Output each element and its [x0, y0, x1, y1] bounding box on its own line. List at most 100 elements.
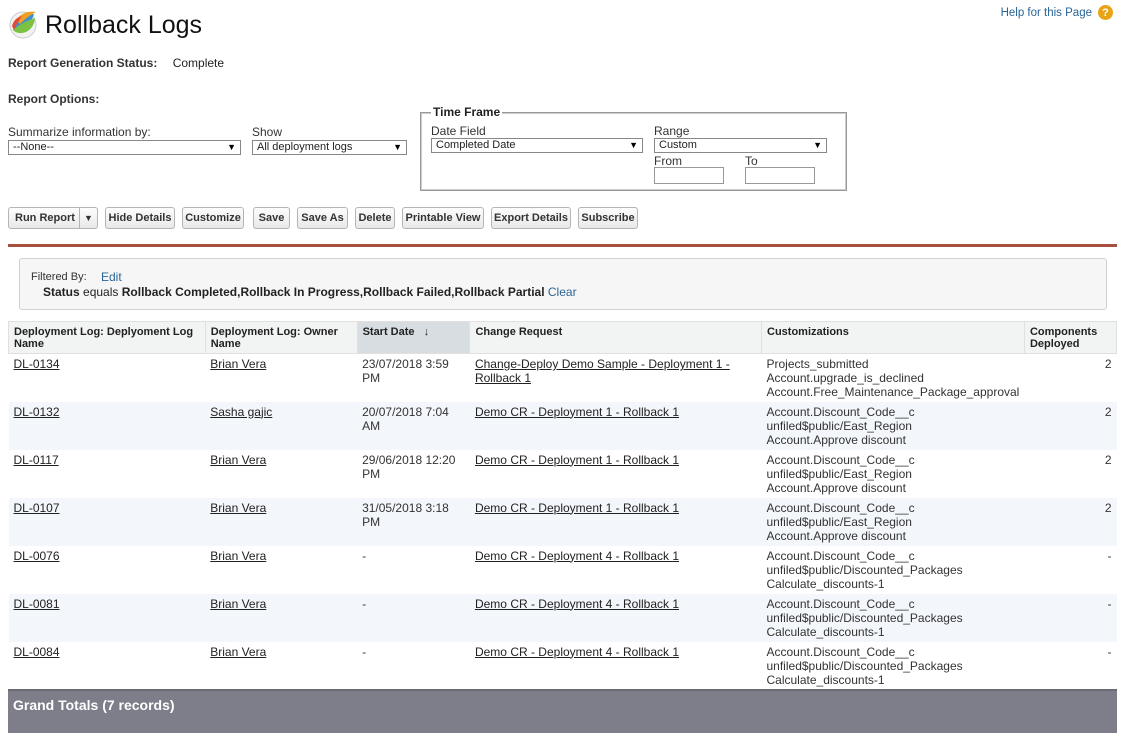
change-request-link[interactable]: Change-Deploy Demo Sample - Deployment 1…	[475, 357, 730, 385]
change-request-link[interactable]: Demo CR - Deployment 4 - Rollback 1	[475, 645, 679, 659]
table-header-row: Deployment Log: Deplyoment Log Name Depl…	[8, 321, 1118, 354]
customization-item: Account.Discount_Code__c	[766, 500, 915, 515]
cell-owner: Brian Vera	[205, 593, 358, 642]
table-row: DL-0076 Brian Vera - Demo CR - Deployment 4…	[9, 546, 1117, 594]
cell-components-deployed: 2	[1024, 497, 1117, 546]
change-request-link[interactable]: Demo CR - Deployment 4 - Rollback 1	[475, 549, 679, 563]
save-button[interactable]: Save	[253, 207, 290, 229]
dropdown-arrow-icon: ▼	[629, 140, 638, 150]
cell-start-date: 29/06/2018 12:20 PM	[362, 452, 456, 481]
clear-filter-link[interactable]: Clear	[548, 285, 577, 299]
subscribe-button[interactable]: Subscribe	[578, 207, 638, 229]
owner-link[interactable]: Brian Vera	[210, 357, 266, 371]
change-request-link[interactable]: Demo CR - Deployment 1 - Rollback 1	[475, 405, 679, 419]
from-label: From	[654, 154, 682, 168]
filter-values: Rollback Completed,Rollback In Progress,…	[121, 285, 545, 299]
cell-change-request: Demo CR - Deployment 1 - Rollback 1	[470, 450, 762, 498]
report-accent-bar	[8, 244, 1117, 247]
status-label: Report Generation Status:	[8, 56, 158, 70]
range-select[interactable]: Custom ▼	[654, 138, 827, 153]
cell-owner: Sasha gajic	[205, 401, 358, 450]
start-date-header-label: Start Date	[362, 326, 415, 338]
show-select-value: All deployment logs	[257, 141, 353, 153]
cell-components-deployed: 2	[1104, 357, 1112, 371]
cell-log-name: DL-0132	[8, 401, 206, 450]
owner-link[interactable]: Sasha gajic	[210, 405, 272, 419]
cell-log-name: DL-0117	[9, 450, 206, 498]
column-header-log-name[interactable]: Deployment Log: Deplyoment Log Name	[8, 321, 206, 354]
grand-totals: Grand Totals (7 records)	[8, 689, 1117, 733]
help-icon[interactable]: ?	[1098, 5, 1113, 20]
printable-view-button[interactable]: Printable View	[402, 207, 484, 229]
customize-button[interactable]: Customize	[182, 207, 244, 229]
time-frame-legend: Time Frame	[431, 105, 503, 119]
log-name-link[interactable]: DL-0117	[14, 453, 59, 467]
cell-owner: Brian Vera	[205, 450, 357, 498]
hide-details-button[interactable]: Hide Details	[105, 207, 175, 229]
customization-item: Account.Approve discount	[766, 528, 906, 543]
owner-link[interactable]: Brian Vera	[210, 645, 266, 659]
column-header-owner[interactable]: Deployment Log: Owner Name	[204, 321, 358, 354]
help-link[interactable]: Help for this Page	[1001, 7, 1092, 19]
log-name-link[interactable]: DL-0084	[14, 645, 60, 659]
export-details-button[interactable]: Export Details	[491, 207, 571, 229]
cell-start-date: -	[362, 548, 367, 563]
run-report-button[interactable]: Run Report ▼	[8, 207, 98, 229]
customization-item: Projects_submitted	[766, 357, 869, 371]
customization-item: unfiled$public/East_Region	[766, 418, 912, 433]
chevron-down-icon[interactable]: ▼	[79, 208, 97, 228]
cell-start-date: 23/07/2018 3:59 PM	[362, 357, 449, 385]
table-row: DL-0117 Brian Vera 29/06/2018 12:20 PM Demo…	[9, 450, 1117, 498]
log-name-link[interactable]: DL-0107	[14, 501, 60, 515]
log-name-link[interactable]: DL-0134	[14, 357, 60, 371]
cell-log-name: DL-0084	[9, 642, 206, 690]
delete-button[interactable]: Delete	[355, 207, 395, 229]
range-select-value: Custom	[659, 139, 697, 151]
cell-owner: Brian Vera	[205, 546, 357, 594]
summarize-select[interactable]: --None-- ▼	[8, 140, 241, 155]
column-header-components-deployed[interactable]: Components Deployed	[1023, 321, 1118, 354]
cell-components-deployed: 2	[1024, 401, 1117, 450]
owner-link[interactable]: Brian Vera	[210, 597, 266, 611]
cell-change-request: Change-Deploy Demo Sample - Deployment 1…	[470, 354, 762, 402]
help-link-container: Help for this Page ?	[1001, 5, 1113, 20]
change-request-link[interactable]: Demo CR - Deployment 1 - Rollback 1	[475, 453, 679, 467]
cell-log-name: DL-0076	[9, 546, 206, 594]
customization-item: Account.Discount_Code__c	[766, 452, 915, 467]
show-label: Show	[252, 125, 283, 139]
customization-item: Calculate_discounts-1	[766, 576, 885, 591]
cell-customizations: Projects_submitted Account.upgrade_is_dec…	[762, 354, 1025, 402]
cell-change-request: Demo CR - Deployment 4 - Rollback 1	[470, 642, 762, 690]
from-date-input[interactable]	[654, 167, 724, 184]
edit-filter-link[interactable]: Edit	[101, 270, 122, 284]
owner-link[interactable]: Brian Vera	[210, 501, 266, 515]
filter-box: Filtered By: Edit Status equals Rollback…	[19, 258, 1107, 310]
owner-link[interactable]: Brian Vera	[210, 549, 266, 563]
app-logo-icon	[8, 8, 40, 40]
save-as-button[interactable]: Save As	[297, 207, 348, 229]
column-header-change-request[interactable]: Change Request	[469, 321, 762, 354]
cell-start-date: 31/05/2018 3:18 PM	[357, 497, 470, 546]
cell-log-name: DL-0107	[8, 497, 206, 546]
log-name-link[interactable]: DL-0076	[14, 549, 60, 563]
cell-customizations: Account.Discount_Code__c unfiled$public/E…	[761, 401, 1025, 450]
log-name-link[interactable]: DL-0081	[14, 597, 60, 611]
show-select[interactable]: All deployment logs ▼	[252, 140, 407, 155]
column-header-start-date[interactable]: Start Date ↓	[356, 321, 471, 354]
summarize-label: Summarize information by:	[8, 125, 151, 139]
cell-components-deployed: 2	[1104, 452, 1112, 467]
column-header-customizations[interactable]: Customizations	[761, 321, 1025, 354]
log-name-link[interactable]: DL-0132	[14, 405, 60, 419]
customization-item: Account.Approve discount	[766, 432, 906, 447]
change-request-link[interactable]: Demo CR - Deployment 1 - Rollback 1	[475, 501, 679, 515]
dropdown-arrow-icon: ▼	[813, 140, 822, 150]
filter-field: Status	[43, 285, 80, 299]
table-row: DL-0107 Brian Vera 31/05/2018 3:18 PM Demo …	[8, 497, 1117, 546]
customization-item: Account.upgrade_is_declined	[766, 371, 924, 385]
customization-item: unfiled$public/Discounted_Packages	[766, 562, 963, 577]
change-request-link[interactable]: Demo CR - Deployment 4 - Rollback 1	[475, 597, 679, 611]
cell-change-request: Demo CR - Deployment 1 - Rollback 1	[469, 401, 762, 450]
owner-link[interactable]: Brian Vera	[210, 453, 266, 467]
date-field-select[interactable]: Completed Date ▼	[431, 138, 643, 153]
to-date-input[interactable]	[745, 167, 815, 184]
